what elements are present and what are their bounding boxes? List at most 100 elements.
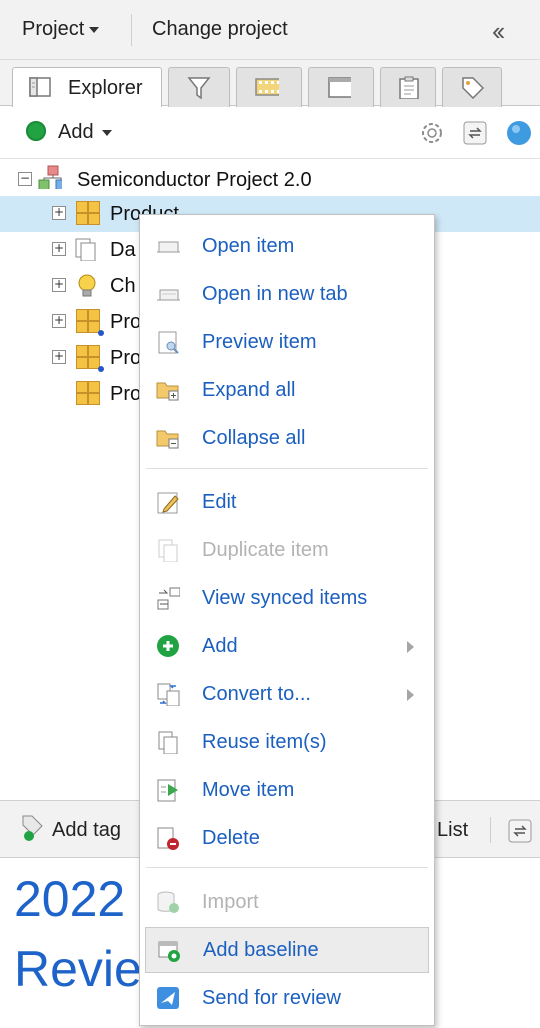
tab-window[interactable] [308, 67, 374, 107]
menu-item-label: Convert to... [202, 683, 311, 705]
convert-icon [157, 683, 180, 706]
tree-root-label: Semiconductor Project 2.0 [77, 169, 312, 191]
menu-item-import[interactable]: Import [140, 879, 434, 925]
add-dropdown-button[interactable]: Add [26, 121, 112, 144]
menu-item-delete[interactable]: Delete [140, 815, 434, 861]
expand-toggle-icon[interactable]: + [52, 350, 66, 364]
collapse-all-icon [156, 430, 179, 449]
menu-item-view-synced-items[interactable]: View synced items [140, 575, 434, 621]
product-grid-icon [76, 309, 100, 333]
double-chevron-left-icon[interactable]: ‹‹ [492, 16, 505, 47]
send-review-icon [157, 987, 179, 1009]
menu-item-duplicate-item[interactable]: Duplicate item [140, 527, 434, 573]
gear-icon[interactable] [418, 119, 446, 147]
menu-item-label: Edit [202, 491, 237, 513]
list-view-button[interactable]: List [437, 819, 468, 842]
tab-filter[interactable] [168, 67, 230, 107]
product-grid-icon [76, 345, 100, 369]
tab-clipboard[interactable] [380, 67, 436, 107]
item-heading-year: 2022 [14, 871, 126, 927]
item-heading-title: Revie [14, 941, 142, 997]
add-label: Add [58, 121, 94, 143]
menu-separator [146, 867, 428, 868]
reuse-icon [158, 731, 178, 754]
add-circle-icon [157, 635, 179, 657]
menu-item-preview-item[interactable]: Preview item [140, 319, 434, 365]
project-tree-icon [38, 165, 62, 189]
menu-item-label: Send for review [202, 987, 341, 1009]
menu-item-add[interactable]: Add [140, 623, 434, 669]
menu-item-expand-all[interactable]: Expand all [140, 367, 434, 413]
move-item-icon [157, 779, 178, 802]
tree-item-label: Pro [110, 311, 142, 333]
project-header: Project Change project ‹‹ [0, 0, 540, 60]
menu-item-label: Expand all [202, 379, 296, 401]
menu-item-label: Collapse all [202, 427, 306, 449]
open-item-icon [157, 241, 180, 253]
menu-item-label: Preview item [202, 331, 317, 353]
delete-icon [157, 827, 179, 850]
menu-item-label: Import [202, 891, 259, 913]
collapse-toggle-icon[interactable]: − [18, 172, 32, 186]
baseline-icon [158, 941, 180, 962]
expand-toggle-icon[interactable]: + [52, 278, 66, 292]
divider [131, 14, 132, 46]
submenu-arrow-icon [407, 641, 414, 653]
menu-item-move-item[interactable]: Move item [140, 767, 434, 813]
add-circle-icon [26, 121, 46, 141]
project-dropdown-label: Project [22, 18, 85, 40]
product-grid-icon [76, 381, 100, 405]
product-grid-icon [76, 201, 100, 225]
expand-all-icon [156, 382, 179, 401]
tree-item-label: Ch [110, 275, 136, 297]
add-tag-icon [22, 815, 43, 841]
tree-item-label: Da [110, 239, 136, 261]
menu-item-open-in-new-tab[interactable]: Open in new tab [140, 271, 434, 317]
menu-item-label: Reuse item(s) [202, 731, 327, 753]
project-dropdown[interactable]: Project [22, 18, 100, 41]
menu-item-convert-to[interactable]: Convert to... [140, 671, 434, 717]
sync-icon[interactable] [462, 120, 488, 146]
tree-root[interactable]: − Semiconductor Project 2.0 [0, 162, 540, 198]
expand-toggle-icon[interactable]: + [52, 206, 66, 220]
menu-item-label: Delete [202, 827, 260, 849]
explorer-icon [29, 77, 51, 97]
open-new-tab-icon [157, 289, 180, 301]
context-menu: Open item Open in new tab Preview item E… [139, 214, 435, 1026]
submenu-arrow-icon [407, 689, 414, 701]
tree-item-label: Pro [110, 347, 142, 369]
menu-item-label: Duplicate item [202, 539, 329, 561]
divider [490, 817, 491, 843]
add-tag-label: Add tag [52, 819, 121, 841]
synced-items-icon [157, 587, 180, 610]
menu-item-add-baseline[interactable]: Add baseline [145, 927, 429, 973]
menu-item-label: Add [202, 635, 238, 657]
sync-marker-icon [98, 366, 104, 372]
tab-tags[interactable] [442, 67, 502, 107]
documents-icon [75, 238, 96, 261]
menu-item-edit[interactable]: Edit [140, 479, 434, 525]
window-icon [328, 77, 351, 98]
tab-film-strip[interactable] [236, 67, 302, 107]
menu-item-open-item[interactable]: Open item [140, 223, 434, 269]
expand-toggle-icon[interactable]: + [52, 314, 66, 328]
help-icon[interactable] [505, 119, 535, 147]
sync-icon[interactable] [507, 818, 533, 844]
sync-marker-icon [98, 330, 104, 336]
import-icon [157, 891, 179, 913]
preview-icon [158, 331, 179, 354]
duplicate-icon [158, 539, 178, 562]
menu-item-reuse-items[interactable]: Reuse item(s) [140, 719, 434, 765]
menu-item-label: Open in new tab [202, 283, 348, 305]
menu-item-label: View synced items [202, 587, 368, 609]
caret-down-icon [101, 129, 112, 136]
tab-explorer[interactable]: Explorer [12, 67, 162, 107]
pencil-icon [157, 492, 179, 514]
clipboard-icon [399, 76, 419, 99]
menu-item-collapse-all[interactable]: Collapse all [140, 415, 434, 461]
menu-item-send-for-review[interactable]: Send for review [140, 975, 434, 1021]
filter-icon [187, 77, 211, 99]
expand-toggle-icon[interactable]: + [52, 242, 66, 256]
change-project-link[interactable]: Change project [152, 18, 288, 41]
tag-icon [462, 77, 484, 99]
